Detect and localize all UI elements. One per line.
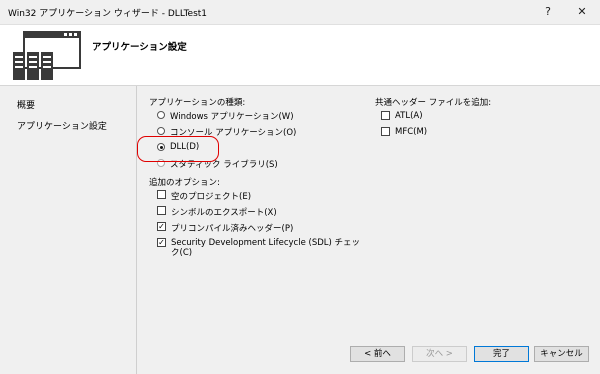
additional-options-heading: 追加のオプション: <box>149 178 220 188</box>
check-sdl[interactable]: ✓ Security Development Lifecycle (SDL) チ… <box>157 238 360 258</box>
close-button[interactable]: ✕ <box>566 0 598 24</box>
prev-button[interactable]: < 前へ <box>350 346 405 362</box>
radio-button[interactable] <box>157 159 165 167</box>
checkbox[interactable] <box>381 111 390 120</box>
checkbox[interactable] <box>157 206 166 215</box>
sidebar: 概要 アプリケーション設定 <box>0 86 137 374</box>
wizard-icon <box>13 31 81 80</box>
next-button[interactable]: 次へ > <box>412 346 467 362</box>
wizard-header: アプリケーション設定 <box>0 25 600 86</box>
radio-button[interactable] <box>157 111 165 119</box>
radio-windows-app[interactable]: Windows アプリケーション(W) <box>157 110 294 122</box>
help-button[interactable]: ? <box>532 0 564 24</box>
check-atl[interactable]: ATL(A) <box>381 111 423 121</box>
app-type-heading: アプリケーションの種類: <box>149 98 246 108</box>
finish-button[interactable]: 完了 <box>474 346 529 362</box>
radio-button-selected[interactable] <box>157 143 165 151</box>
checkbox-checked[interactable]: ✓ <box>157 238 166 247</box>
settings-panel: アプリケーションの種類: Windows アプリケーション(W) コンソール ア… <box>137 86 600 374</box>
checkbox-checked[interactable]: ✓ <box>157 222 166 231</box>
radio-button[interactable] <box>157 127 165 135</box>
sidebar-item-app-settings[interactable]: アプリケーション設定 <box>17 119 107 132</box>
radio-console-app[interactable]: コンソール アプリケーション(O) <box>157 126 296 138</box>
page-title: アプリケーション設定 <box>92 42 187 53</box>
radio-dll[interactable]: DLL(D) <box>157 142 199 152</box>
cancel-button[interactable]: キャンセル <box>534 346 589 362</box>
check-precompiled-header[interactable]: ✓ プリコンパイル済みヘッダー(P) <box>157 222 293 234</box>
window-title: Win32 アプリケーション ウィザード - DLLTest1 <box>8 9 208 19</box>
title-bar: Win32 アプリケーション ウィザード - DLLTest1 ? ✕ <box>0 0 600 25</box>
sdl-label: Security Development Lifecycle (SDL) チェッ… <box>171 238 361 258</box>
checkbox[interactable] <box>381 127 390 136</box>
common-headers-heading: 共通ヘッダー ファイルを追加: <box>375 98 492 108</box>
check-export-symbols[interactable]: シンボルのエクスポート(X) <box>157 206 277 218</box>
radio-static-library[interactable]: スタティック ライブラリ(S) <box>157 158 278 170</box>
checkbox[interactable] <box>157 190 166 199</box>
check-empty-project[interactable]: 空のプロジェクト(E) <box>157 190 251 202</box>
check-mfc[interactable]: MFC(M) <box>381 127 427 137</box>
sidebar-item-overview[interactable]: 概要 <box>17 98 35 111</box>
